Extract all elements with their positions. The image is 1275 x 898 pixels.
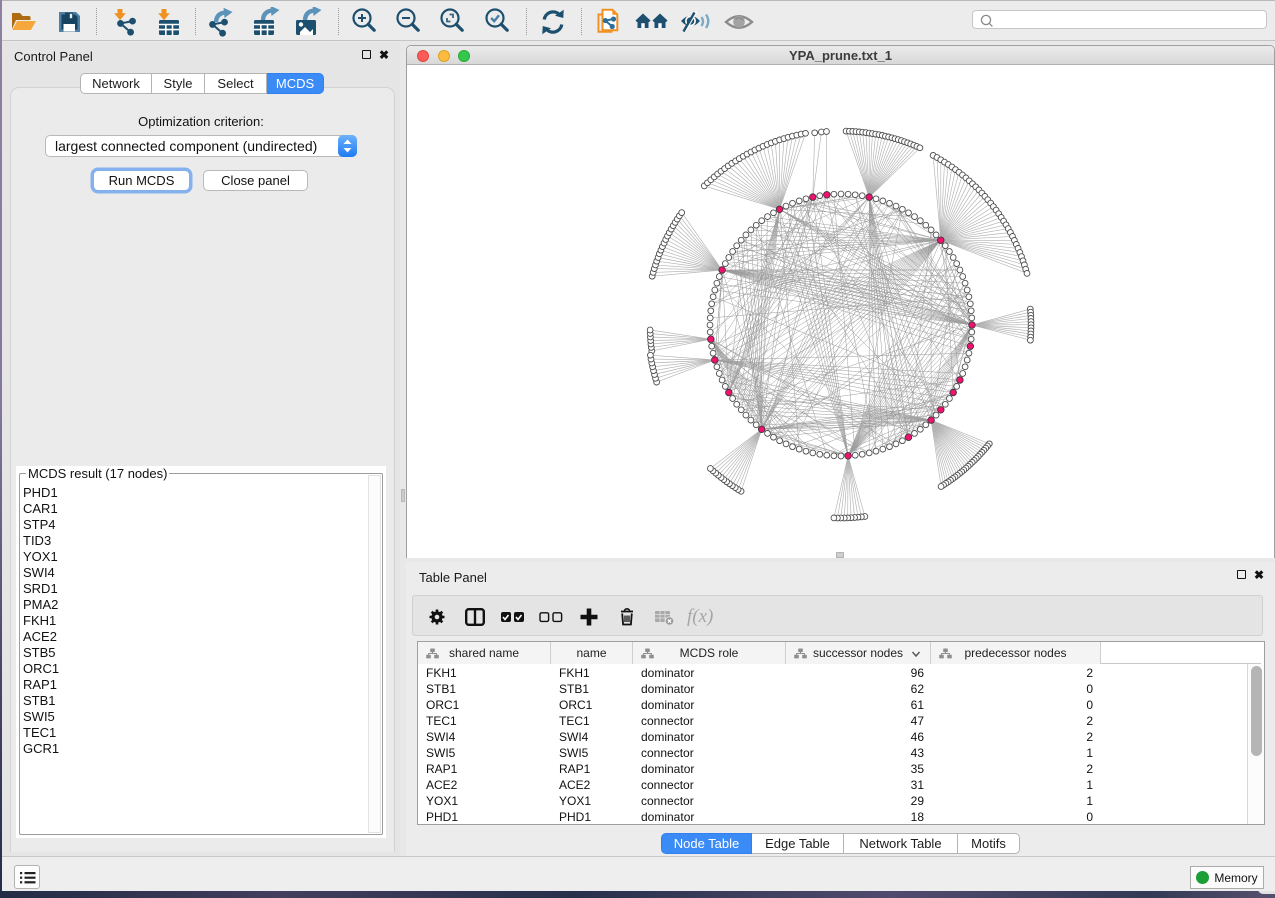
svg-text:f(x): f(x) (687, 606, 713, 627)
